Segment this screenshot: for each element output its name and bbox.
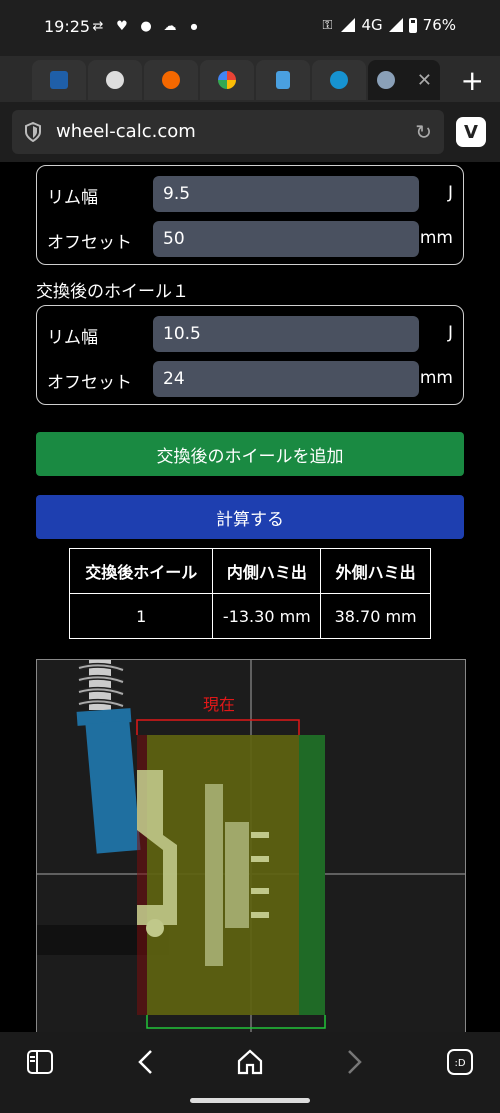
svg-text::D: :D [454, 1058, 465, 1069]
page-content: リム幅 9.5 J オフセット 50 mm 交換後のホイール１ リム幅 10.5… [0, 162, 500, 1032]
battery-level: 76% [422, 16, 456, 34]
url-field[interactable]: wheel-calc.com ↻ [12, 110, 444, 154]
tab-2[interactable] [88, 60, 142, 100]
stud-3 [251, 888, 269, 894]
tab-5[interactable] [256, 60, 310, 100]
offset-unit: mm [419, 368, 453, 388]
tab-1[interactable] [32, 60, 86, 100]
new-offset-input[interactable]: 24 [153, 361, 419, 397]
sync-icon: ⇄ [92, 18, 104, 34]
tab-active[interactable]: ✕ [368, 60, 440, 100]
tab-strip: ✕ + [0, 56, 500, 102]
wheel-favicon-icon [377, 71, 395, 89]
current-offset-row: オフセット 50 mm [37, 221, 463, 257]
header-new-wheel: 交換後ホイール [68, 548, 214, 594]
current-wheel-bracket [136, 719, 300, 735]
current-label: 現在 [203, 695, 235, 714]
header-inner: 内側ハミ出 [212, 548, 322, 594]
tab-6[interactable] [312, 60, 366, 100]
new-offset-row: オフセット 24 mm [37, 361, 463, 397]
google-icon [218, 71, 236, 89]
panel-icon[interactable] [22, 1044, 58, 1080]
results-table: 交換後ホイール 内側ハミ出 外側ハミ出 1 -13.30 mm 38.70 mm [68, 548, 431, 639]
new-wheel-1-group: リム幅 10.5 J オフセット 24 mm [36, 305, 464, 405]
heart-icon: ♥ [116, 18, 128, 34]
stud-4 [251, 912, 269, 918]
status-right: ⚿ 4G 76% [319, 16, 456, 34]
url-text: wheel-calc.com [56, 121, 196, 142]
close-tab-icon[interactable]: ✕ [417, 70, 432, 91]
dot-icon: ● [190, 21, 198, 31]
status-time: 19:25 [44, 17, 91, 36]
add-wheel-button[interactable]: 交換後のホイールを追加 [36, 432, 464, 476]
new-wheel-outer-strip [299, 735, 325, 1015]
rotor [205, 784, 223, 966]
current-rim-row: リム幅 9.5 J [37, 176, 463, 212]
network-type: 4G [361, 16, 383, 34]
gesture-bar[interactable] [190, 1098, 310, 1103]
diagram-canvas: 現在 [37, 660, 465, 1032]
document-icon [276, 71, 290, 89]
status-bar: 19:25 ⇄ ♥ ● ☁ ● ⚿ 4G 76% [0, 0, 500, 56]
bottom-nav: :D [0, 1032, 500, 1113]
rim-width-label: リム幅 [47, 188, 98, 208]
rim-unit: J [447, 323, 453, 343]
calculate-button[interactable]: 計算する [36, 495, 464, 539]
offset-label: オフセット [47, 373, 132, 393]
tab-favicon-icon [50, 71, 68, 89]
tab-4[interactable] [200, 60, 254, 100]
stud-2 [251, 856, 269, 862]
wheel-diagram: 現在 [36, 659, 466, 1032]
stud-1 [251, 832, 269, 838]
signal-icon-2 [388, 18, 403, 32]
notification-icons: ⇄ ♥ ● ☁ ● [90, 18, 202, 34]
forward-icon[interactable] [336, 1044, 372, 1080]
offset-unit: mm [419, 228, 453, 248]
rim-unit: J [447, 183, 453, 203]
back-icon[interactable] [128, 1044, 164, 1080]
cell-inner: -13.30 mm [212, 593, 322, 639]
arch-icon [330, 71, 348, 89]
cell-outer: 38.70 mm [320, 593, 431, 639]
shield-icon [25, 122, 41, 142]
header-outer: 外側ハミ出 [320, 548, 431, 594]
spring-icon [78, 660, 124, 710]
new-wheel-1-title: 交換後のホイール１ [36, 282, 189, 302]
signal-icon [341, 18, 356, 32]
tab-3[interactable] [144, 60, 198, 100]
new-rim-width-input[interactable]: 10.5 [153, 316, 419, 352]
battery-icon [408, 17, 417, 33]
hub [225, 822, 249, 928]
tabs-icon[interactable]: :D [442, 1044, 478, 1080]
app-notification-icon: ● [140, 18, 152, 34]
grafana-icon [162, 71, 180, 89]
globe-icon [106, 71, 124, 89]
offset-label: オフセット [47, 233, 132, 253]
cell-wheel: 1 [68, 593, 214, 639]
address-bar: wheel-calc.com ↻ V [0, 102, 500, 162]
current-offset-input[interactable]: 50 [153, 221, 419, 257]
home-icon[interactable] [232, 1044, 268, 1080]
ball-joint [146, 919, 164, 937]
strut-body [85, 720, 141, 854]
new-tab-icon[interactable]: + [461, 64, 484, 97]
current-wheel-group: リム幅 9.5 J オフセット 50 mm [36, 165, 464, 265]
table-header-row: 交換後ホイール 内側ハミ出 外側ハミ出 [68, 548, 431, 594]
new-wheel-bracket [146, 1015, 326, 1029]
table-row: 1 -13.30 mm 38.70 mm [68, 593, 431, 639]
current-rim-width-input[interactable]: 9.5 [153, 176, 419, 212]
reload-icon[interactable]: ↻ [415, 120, 432, 144]
key-icon: ⚿ [322, 17, 333, 33]
vivaldi-menu-icon[interactable]: V [456, 117, 486, 147]
cloud-icon: ☁ [163, 18, 177, 34]
rim-width-label: リム幅 [47, 328, 98, 348]
new-rim-row: リム幅 10.5 J [37, 316, 463, 352]
